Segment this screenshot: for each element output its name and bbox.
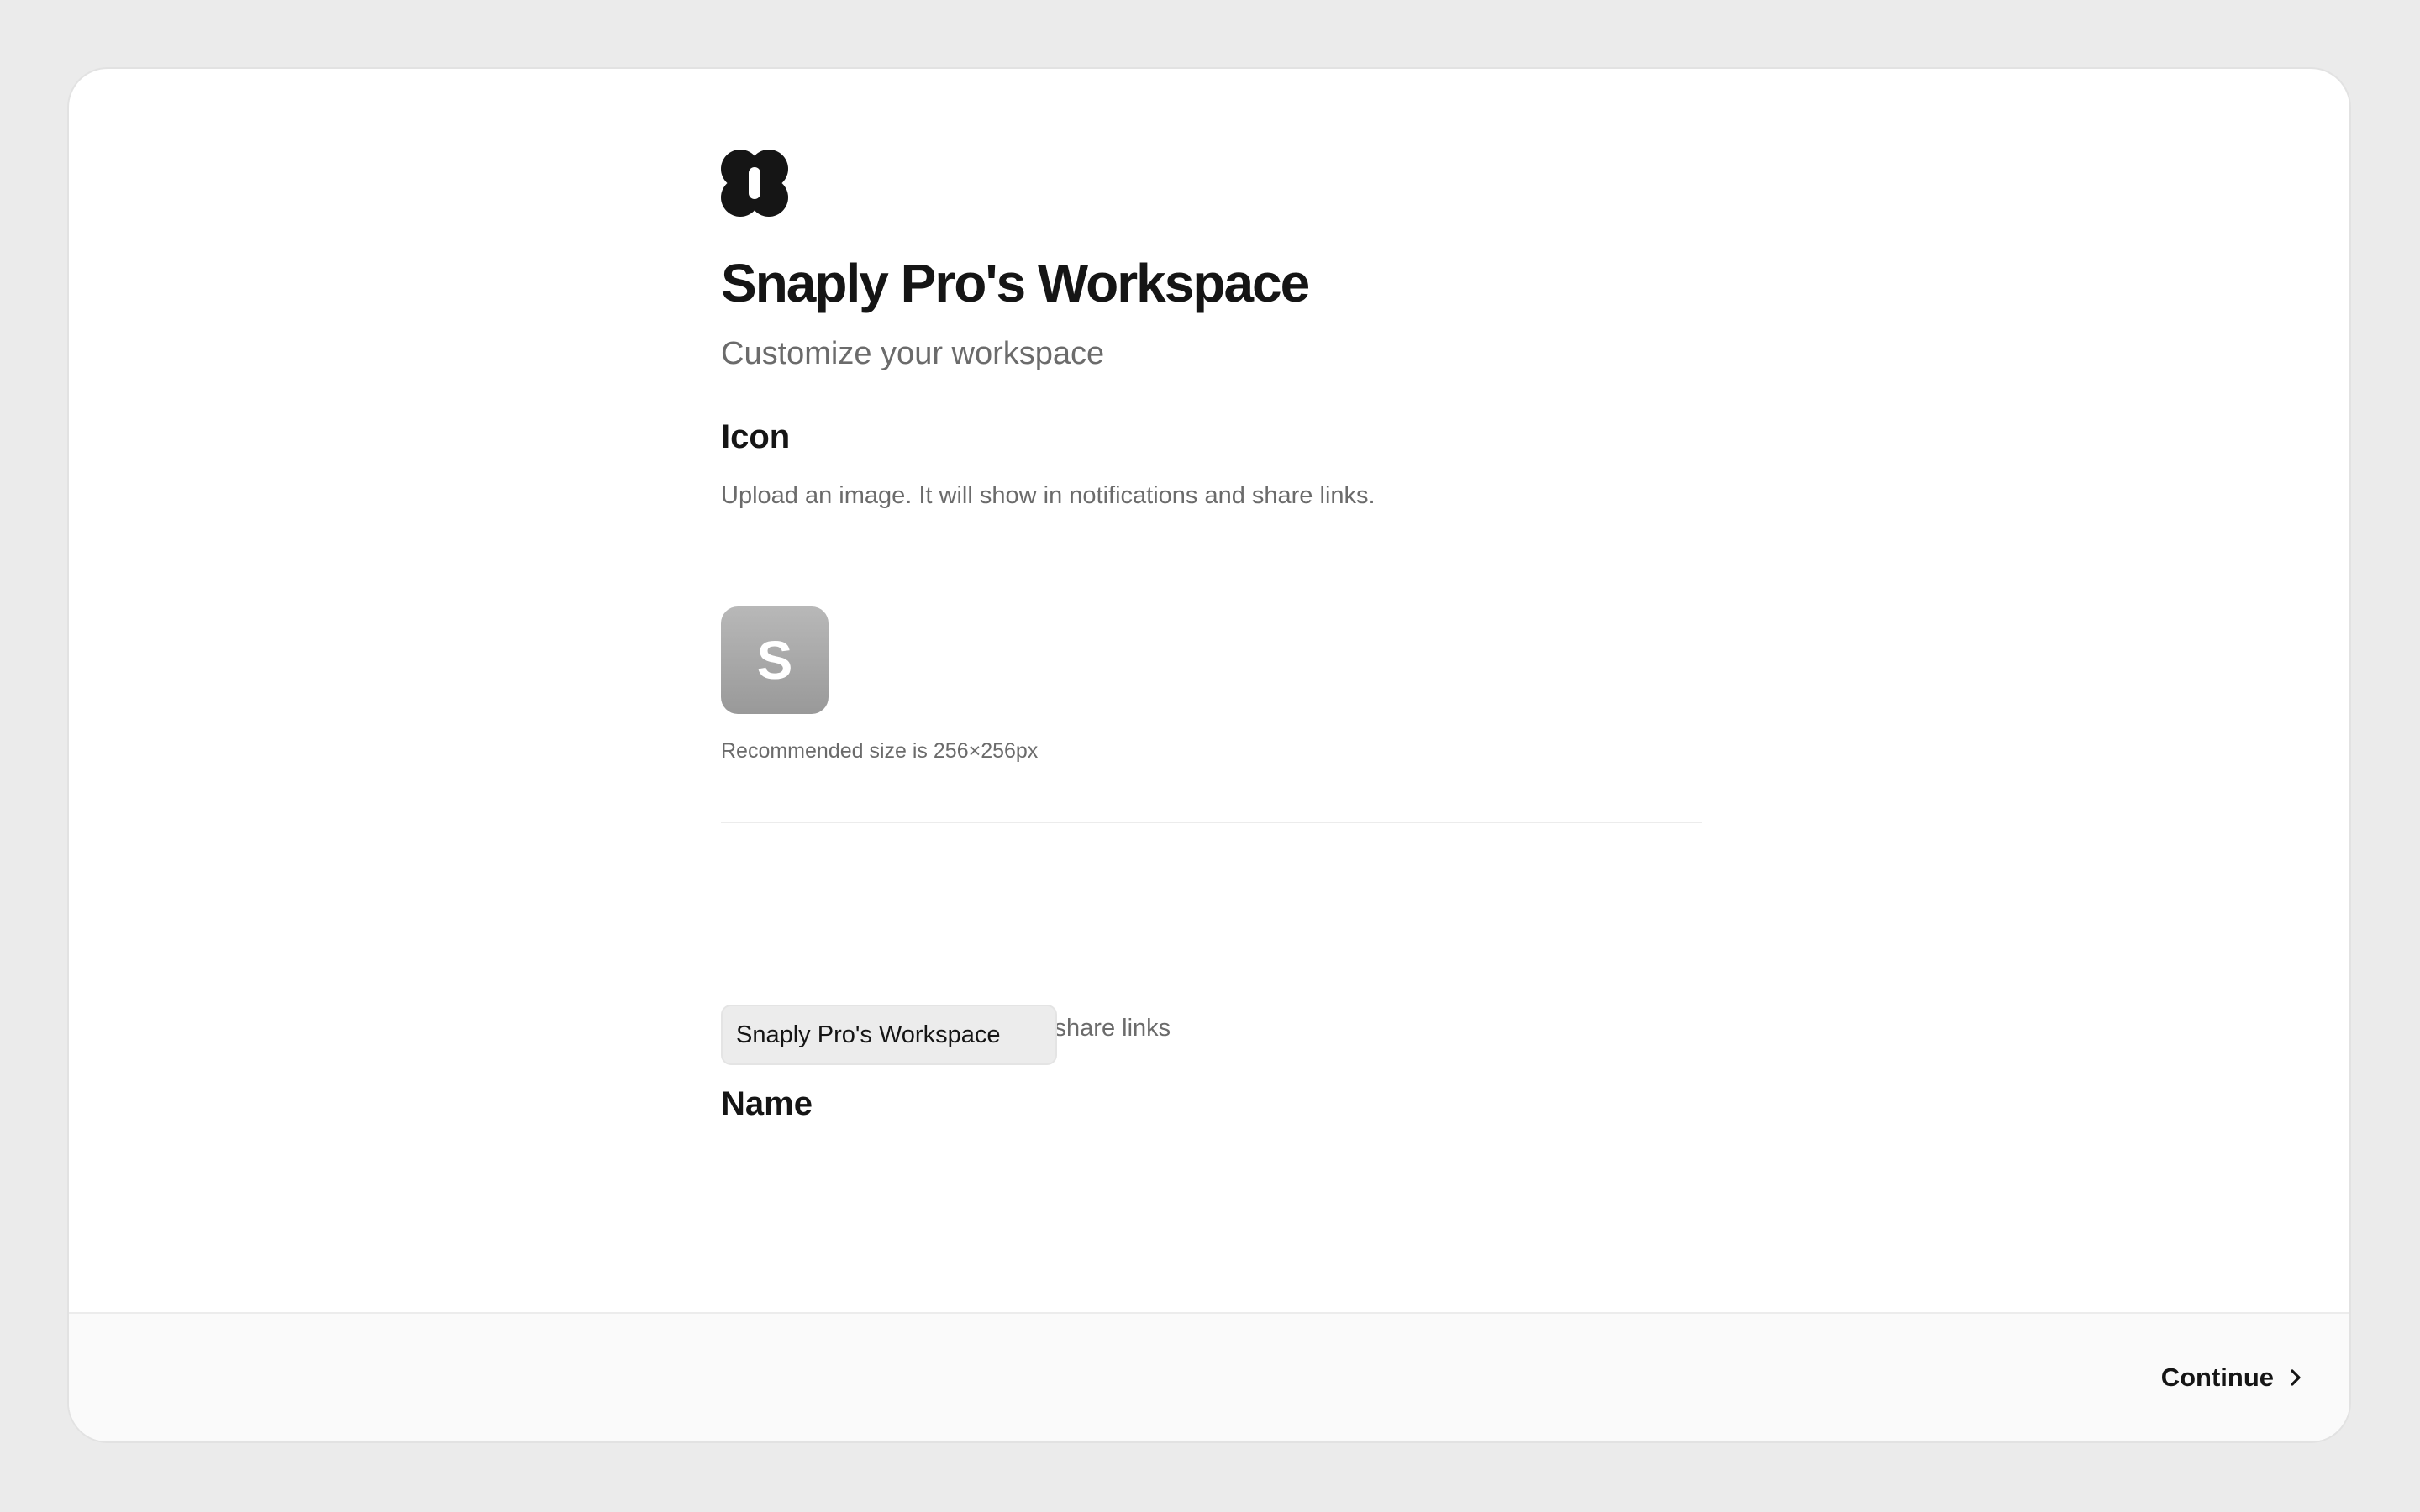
chevron-right-icon bbox=[2291, 1369, 2301, 1386]
workspace-name-input[interactable] bbox=[721, 1005, 1057, 1065]
icon-section-title: Icon bbox=[721, 418, 791, 455]
name-section-title: Name bbox=[721, 1085, 813, 1122]
continue-label: Continue bbox=[2160, 1362, 2274, 1392]
workspace-setup-card: Snaply Pro's Workspace Customize your wo… bbox=[67, 67, 2351, 1443]
page-title: Snaply Pro's Workspace bbox=[721, 253, 1310, 313]
footer-bar: Continue bbox=[69, 1312, 2349, 1441]
section-divider bbox=[721, 822, 1702, 823]
icon-size-hint: Recommended size is 256×256px bbox=[721, 739, 1039, 763]
workspace-icon-upload[interactable]: S bbox=[721, 606, 829, 714]
continue-button[interactable]: Continue bbox=[2161, 1362, 2306, 1393]
avatar-letter: S bbox=[756, 630, 793, 690]
page-subtitle: Customize your workspace bbox=[721, 336, 1105, 371]
app-logo-icon bbox=[721, 150, 788, 217]
icon-section-description: Upload an image. It will show in notific… bbox=[721, 482, 1376, 509]
